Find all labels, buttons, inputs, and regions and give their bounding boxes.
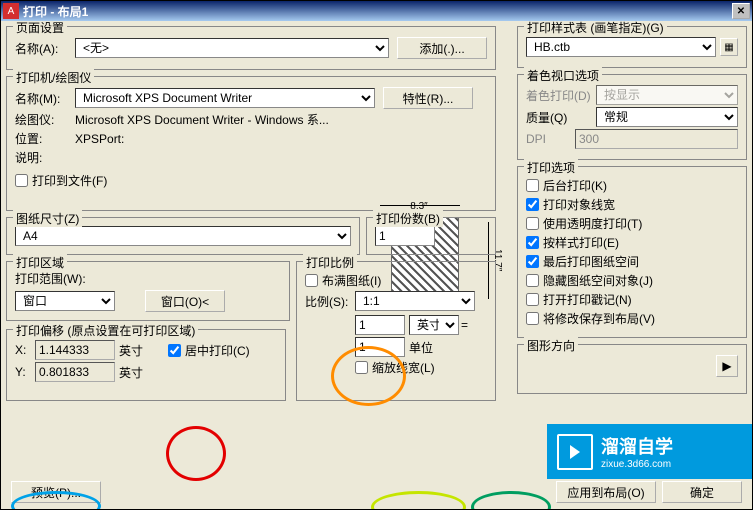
paper-size-select[interactable]: A4 [15, 226, 351, 246]
options-legend: 打印选项 [524, 159, 578, 176]
window-title: 打印 - 布局1 [23, 3, 732, 20]
print-to-file-checkbox[interactable] [15, 174, 28, 187]
page-setup-group: 页面设置 名称(A): <无> 添加(.)... [6, 26, 496, 70]
scale-label: 比例(S): [305, 293, 355, 310]
print-range-select[interactable]: 窗口 [15, 291, 115, 311]
window-pick-button[interactable]: 窗口(O)< [145, 290, 225, 312]
plotstyle-select[interactable]: HB.ctb [526, 37, 716, 57]
print-scale-legend: 打印比例 [303, 254, 357, 271]
opt-plotstamp-checkbox[interactable] [526, 293, 539, 306]
plotstyle-edit-icon[interactable]: ▦ [720, 38, 738, 56]
page-setup-legend: 页面设置 [13, 21, 67, 36]
scale-lineweights-checkbox[interactable] [355, 361, 368, 374]
shade-label: 着色打印(D) [526, 87, 596, 104]
copies-group: 打印份数(B) [366, 217, 496, 255]
printer-legend: 打印机/绘图仪 [13, 69, 94, 86]
offset-legend: 打印偏移 (原点设置在可打印区域) [13, 322, 198, 339]
plotter-value: Microsoft XPS Document Writer - Windows … [75, 111, 329, 128]
dpi-label: DPI [526, 132, 575, 146]
orientation-group: 图形方向 ▶ [517, 344, 747, 394]
app-icon: A [3, 3, 19, 19]
scale-lineweights-label: 缩放线宽(L) [372, 359, 435, 376]
scale-unit2-input[interactable] [355, 337, 405, 357]
opt-savechanges-label: 将修改保存到布局(V) [543, 310, 655, 327]
opt-lineweights-label: 打印对象线宽 [543, 196, 615, 213]
fit-to-paper-label: 布满图纸(I) [322, 272, 381, 289]
expand-icon[interactable]: ▶ [716, 355, 738, 377]
brand-url: zixue.3d66.com [601, 459, 673, 470]
brand-name: 溜溜自学 [601, 437, 673, 457]
opt-lineweights-checkbox[interactable] [526, 198, 539, 211]
opt-paperspace-checkbox[interactable] [526, 255, 539, 268]
location-value: XPSPort: [75, 132, 124, 146]
orientation-legend: 图形方向 [524, 337, 578, 354]
opt-plotstyles-checkbox[interactable] [526, 236, 539, 249]
play-icon [557, 434, 593, 470]
location-label: 位置: [15, 130, 75, 147]
add-button[interactable]: 添加(.)... [397, 37, 487, 59]
print-dialog: A 打印 - 布局1 ✕ 页面设置 名称(A): <无> 添加(.)... 打印… [0, 0, 753, 510]
offset-x-unit: 英寸 [119, 342, 143, 359]
preview-button[interactable]: 预览(P)... [11, 481, 101, 503]
print-to-file-label: 打印到文件(F) [32, 172, 107, 189]
quality-select[interactable]: 常规 [596, 107, 738, 127]
offset-x-label: X: [15, 343, 35, 357]
page-name-label: 名称(A): [15, 40, 75, 57]
opt-hidepaperspace-checkbox[interactable] [526, 274, 539, 287]
ok-button[interactable]: 确定 [662, 481, 742, 503]
annotation-red [166, 426, 226, 481]
offset-y-input[interactable] [35, 362, 115, 382]
scale-unit1-input[interactable] [355, 315, 405, 335]
opt-plotstyles-label: 按样式打印(E) [543, 234, 619, 251]
quality-label: 质量(Q) [526, 109, 596, 126]
options-group: 打印选项 后台打印(K) 打印对象线宽 使用透明度打印(T) 按样式打印(E) … [517, 166, 747, 338]
copies-legend: 打印份数(B) [373, 210, 443, 227]
opt-background-label: 后台打印(K) [543, 177, 607, 194]
paper-size-group: 图纸尺寸(Z) A4 [6, 217, 360, 255]
print-scale-group: 打印比例 布满图纸(I) 比例(S): 1:1 [296, 261, 496, 401]
apply-button[interactable]: 应用到布局(O) [556, 481, 656, 503]
offset-group: 打印偏移 (原点设置在可打印区域) X: 英寸 居中打印(C) Y: 英寸 [6, 329, 286, 401]
center-plot-label: 居中打印(C) [185, 342, 250, 359]
page-name-select[interactable]: <无> [75, 38, 389, 58]
opt-savechanges-checkbox[interactable] [526, 312, 539, 325]
print-area-legend: 打印区域 [13, 254, 67, 271]
dpi-input [575, 129, 738, 149]
opt-hidepaperspace-label: 隐藏图纸空间对象(J) [543, 272, 653, 289]
offset-y-label: Y: [15, 365, 35, 379]
fit-to-paper-checkbox[interactable] [305, 274, 318, 287]
brand-overlay: 溜溜自学 zixue.3d66.com [547, 424, 752, 479]
offset-y-unit: 英寸 [119, 364, 143, 381]
opt-plotstamp-label: 打开打印戳记(N) [543, 291, 632, 308]
printer-name-select[interactable]: Microsoft XPS Document Writer [75, 88, 375, 108]
printer-name-label: 名称(M): [15, 90, 75, 107]
plotter-label: 绘图仪: [15, 111, 75, 128]
viewport-group: 着色视口选项 着色打印(D) 按显示 质量(Q) 常规 DPI [517, 74, 747, 160]
opt-transparency-label: 使用透明度打印(T) [543, 215, 642, 232]
center-plot-checkbox[interactable] [168, 344, 181, 357]
scale-select[interactable]: 1:1 [355, 291, 475, 311]
opt-transparency-checkbox[interactable] [526, 217, 539, 230]
scale-unit2-label: 单位 [409, 339, 433, 356]
printer-group: 打印机/绘图仪 名称(M): Microsoft XPS Document Wr… [6, 76, 496, 211]
close-icon[interactable]: ✕ [732, 3, 750, 19]
opt-paperspace-label: 最后打印图纸空间 [543, 253, 639, 270]
plotstyle-group: 打印样式表 (画笔指定)(G) HB.ctb ▦ [517, 26, 747, 68]
viewport-legend: 着色视口选项 [524, 67, 602, 84]
printer-props-button[interactable]: 特性(R)... [383, 87, 473, 109]
paper-size-legend: 图纸尺寸(Z) [13, 210, 82, 227]
scale-unit1-select[interactable]: 英寸 [409, 315, 459, 335]
shade-select: 按显示 [596, 85, 738, 105]
print-range-label: 打印范围(W): [15, 270, 281, 287]
copies-input[interactable] [375, 226, 435, 246]
offset-x-input[interactable] [35, 340, 115, 360]
print-area-group: 打印区域 打印范围(W): 窗口 窗口(O)< [6, 261, 290, 321]
plotstyle-legend: 打印样式表 (画笔指定)(G) [524, 21, 667, 36]
titlebar: A 打印 - 布局1 ✕ [1, 1, 752, 21]
desc-label: 说明: [15, 149, 75, 166]
opt-background-checkbox[interactable] [526, 179, 539, 192]
